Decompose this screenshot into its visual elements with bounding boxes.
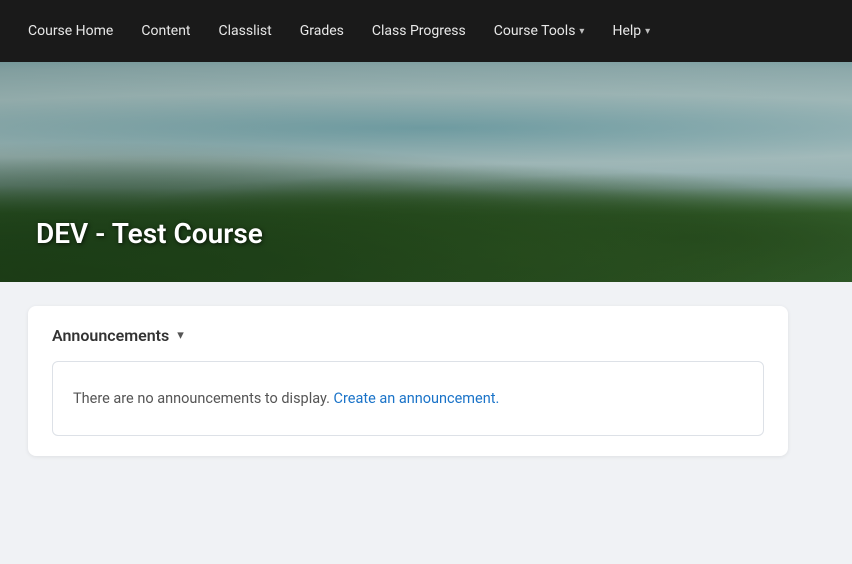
announcements-content-box: There are no announcements to display. C… [52,361,764,436]
empty-message-text: There are no announcements to display. [73,390,330,407]
nav-item-help[interactable]: Help▾ [600,15,662,47]
create-announcement-link[interactable]: Create an announcement. [334,390,500,407]
no-announcements-text: There are no announcements to display. C… [73,390,499,407]
nav-item-class-progress[interactable]: Class Progress [360,15,478,47]
announcements-toggle[interactable]: Announcements ▾ [52,326,764,345]
nav-item-content[interactable]: Content [129,15,202,47]
nav-chevron-help: ▾ [645,26,650,37]
announcements-card: Announcements ▾ There are no announcemen… [28,306,788,456]
nav-item-classlist[interactable]: Classlist [207,15,284,47]
announcements-heading: Announcements [52,326,169,345]
announcements-chevron-icon: ▾ [177,328,184,343]
nav-item-course-home[interactable]: Course Home [16,15,125,47]
course-title: DEV - Test Course [36,217,263,250]
hero-banner: DEV - Test Course [0,62,852,282]
main-content: Announcements ▾ There are no announcemen… [0,282,852,480]
nav-item-course-tools[interactable]: Course Tools▾ [482,15,597,47]
nav-chevron-course-tools: ▾ [579,26,584,37]
main-nav: Course HomeContentClasslistGradesClass P… [0,0,852,62]
nav-item-grades[interactable]: Grades [288,15,356,47]
